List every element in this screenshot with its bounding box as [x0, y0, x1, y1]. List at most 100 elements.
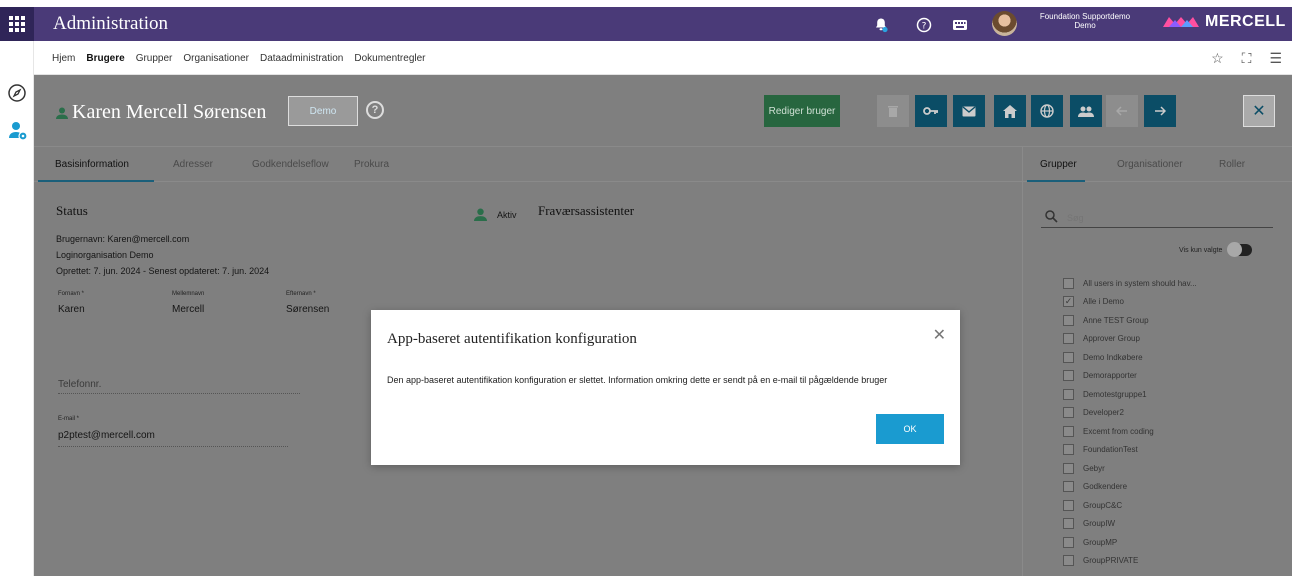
middle-name-field[interactable]: Mercell: [172, 304, 204, 315]
checkbox-icon[interactable]: [1063, 370, 1074, 382]
edit-user-button[interactable]: Rediger bruger: [764, 95, 840, 127]
username-text: Brugernavn: Karen@mercell.com: [56, 234, 190, 244]
group-list-item[interactable]: Godkendere: [1063, 478, 1197, 497]
user-admin-icon[interactable]: [8, 121, 28, 146]
group-list-item[interactable]: Developer2: [1063, 404, 1197, 423]
checkbox-icon[interactable]: [1063, 407, 1074, 419]
groups-button[interactable]: [1070, 95, 1102, 127]
favorite-star-icon[interactable]: ☆: [1211, 50, 1224, 67]
current-user-info[interactable]: Foundation Supportdemo Demo: [1030, 12, 1140, 30]
dialog-message: Den app-baseret autentifikation konfigur…: [387, 375, 888, 385]
checkbox-icon[interactable]: [1063, 481, 1074, 493]
checkbox-icon[interactable]: [1063, 444, 1074, 456]
group-list-item[interactable]: Gebyr: [1063, 459, 1197, 478]
notifications-bell-icon[interactable]: [871, 15, 891, 35]
checkbox-icon[interactable]: [1063, 518, 1074, 530]
nav-item-brugere[interactable]: Brugere: [86, 53, 124, 64]
envelope-icon: [962, 105, 976, 116]
tab-prokura[interactable]: Prokura: [354, 159, 389, 170]
keyboard-icon[interactable]: [950, 15, 970, 35]
group-label: Demorapporter: [1083, 371, 1137, 381]
organisation-button[interactable]: Demo: [288, 96, 358, 126]
email-field-underline: [58, 446, 288, 447]
menu-icon[interactable]: ☰: [1269, 50, 1282, 67]
brand-name: MERCELL: [1205, 13, 1286, 30]
delete-button[interactable]: [877, 95, 909, 127]
group-list-item[interactable]: Demo Indkøbere: [1063, 348, 1197, 367]
nav-item-dokumentregler[interactable]: Dokumentregler: [354, 53, 425, 64]
ok-button[interactable]: OK: [876, 414, 944, 444]
active-person-icon: [474, 208, 487, 221]
close-icon: ✕: [1252, 103, 1266, 120]
active-label: Aktiv: [497, 209, 517, 220]
group-list-item[interactable]: Approver Group: [1063, 330, 1197, 349]
tab-adresser[interactable]: Adresser: [173, 159, 213, 170]
group-label: Gebyr: [1083, 463, 1105, 473]
checkbox-icon[interactable]: [1063, 314, 1074, 326]
checkbox-icon[interactable]: [1063, 277, 1074, 289]
group-list-item[interactable]: Excemt from coding: [1063, 422, 1197, 441]
last-name-field[interactable]: Sørensen: [286, 304, 329, 315]
group-label: Developer2: [1083, 408, 1124, 418]
user-avatar[interactable]: [992, 11, 1017, 36]
help-icon[interactable]: ?: [914, 15, 934, 35]
login-org-text: Loginorganisation Demo: [56, 250, 154, 260]
checkbox-icon[interactable]: [1063, 555, 1074, 567]
group-list-item[interactable]: Demotestgruppe1: [1063, 385, 1197, 404]
main-navigation: Hjem Brugere Grupper Organisationer Data…: [34, 41, 1292, 75]
mercell-logo-mark-icon: [1163, 17, 1199, 27]
group-list-item[interactable]: All users in system should hav...: [1063, 274, 1197, 293]
show-selected-only-toggle[interactable]: [1227, 242, 1253, 257]
globe-icon: [1040, 104, 1054, 118]
email-button[interactable]: [953, 95, 985, 127]
close-user-button[interactable]: ✕: [1243, 95, 1275, 127]
search-input[interactable]: [1067, 210, 1267, 226]
checkbox-icon[interactable]: [1063, 425, 1074, 437]
first-name-field[interactable]: Karen: [58, 304, 85, 315]
language-button[interactable]: [1031, 95, 1063, 127]
group-list-item[interactable]: GroupC&C: [1063, 496, 1197, 515]
user-full-name: Karen Mercell Sørensen: [72, 101, 267, 123]
app-launcher-button[interactable]: [0, 7, 34, 41]
active-tab-indicator: [1027, 180, 1085, 182]
help-circle-icon[interactable]: ?: [366, 101, 384, 119]
dialog-close-icon[interactable]: ✕: [933, 325, 946, 345]
checkbox-icon[interactable]: [1063, 388, 1074, 400]
confirmation-dialog: App-baseret autentifikation konfiguratio…: [371, 310, 960, 465]
checkbox-icon[interactable]: [1063, 333, 1074, 345]
nav-item-grupper[interactable]: Grupper: [136, 53, 173, 64]
tab-basisinformation[interactable]: Basisinformation: [55, 159, 129, 170]
group-list-item[interactable]: GroupMP: [1063, 533, 1197, 552]
user-header: Karen Mercell Sørensen Demo ? Rediger br…: [34, 75, 1292, 146]
checkbox-icon[interactable]: [1063, 462, 1074, 474]
fullscreen-icon[interactable]: ⛶: [1242, 50, 1252, 67]
checkbox-icon[interactable]: [1063, 536, 1074, 548]
group-list-item[interactable]: GroupPRIVATE: [1063, 552, 1197, 571]
group-label: Demotestgruppe1: [1083, 389, 1147, 399]
password-key-button[interactable]: [915, 95, 947, 127]
home-button[interactable]: [994, 95, 1026, 127]
group-list-item[interactable]: ✓ Alle i Demo: [1063, 293, 1197, 312]
previous-button[interactable]: [1106, 95, 1138, 127]
nav-item-organisationer[interactable]: Organisationer: [183, 53, 249, 64]
nav-item-hjem[interactable]: Hjem: [52, 53, 75, 64]
tab-grupper[interactable]: Grupper: [1040, 159, 1077, 170]
home-icon: [1003, 104, 1017, 118]
tab-godkendelseflow[interactable]: Godkendelseflow: [252, 159, 329, 170]
email-field[interactable]: p2ptest@mercell.com: [58, 430, 155, 441]
checkbox-icon[interactable]: [1063, 351, 1074, 363]
group-list-item[interactable]: FoundationTest: [1063, 441, 1197, 460]
group-list-item[interactable]: Anne TEST Group: [1063, 311, 1197, 330]
nav-item-dataadministration[interactable]: Dataadministration: [260, 53, 343, 64]
tab-roller[interactable]: Roller: [1219, 159, 1245, 170]
group-label: GroupC&C: [1083, 500, 1123, 510]
group-list-item[interactable]: Demorapporter: [1063, 367, 1197, 386]
group-list-item[interactable]: GroupIW: [1063, 515, 1197, 534]
next-button[interactable]: [1144, 95, 1176, 127]
group-label: Excemt from coding: [1083, 426, 1154, 436]
phone-field[interactable]: Telefonnr.: [58, 379, 101, 390]
checkbox-icon[interactable]: [1063, 499, 1074, 511]
compass-icon[interactable]: [7, 83, 27, 108]
tab-organisationer[interactable]: Organisationer: [1117, 159, 1183, 170]
checkbox-checked-icon[interactable]: ✓: [1063, 296, 1074, 308]
